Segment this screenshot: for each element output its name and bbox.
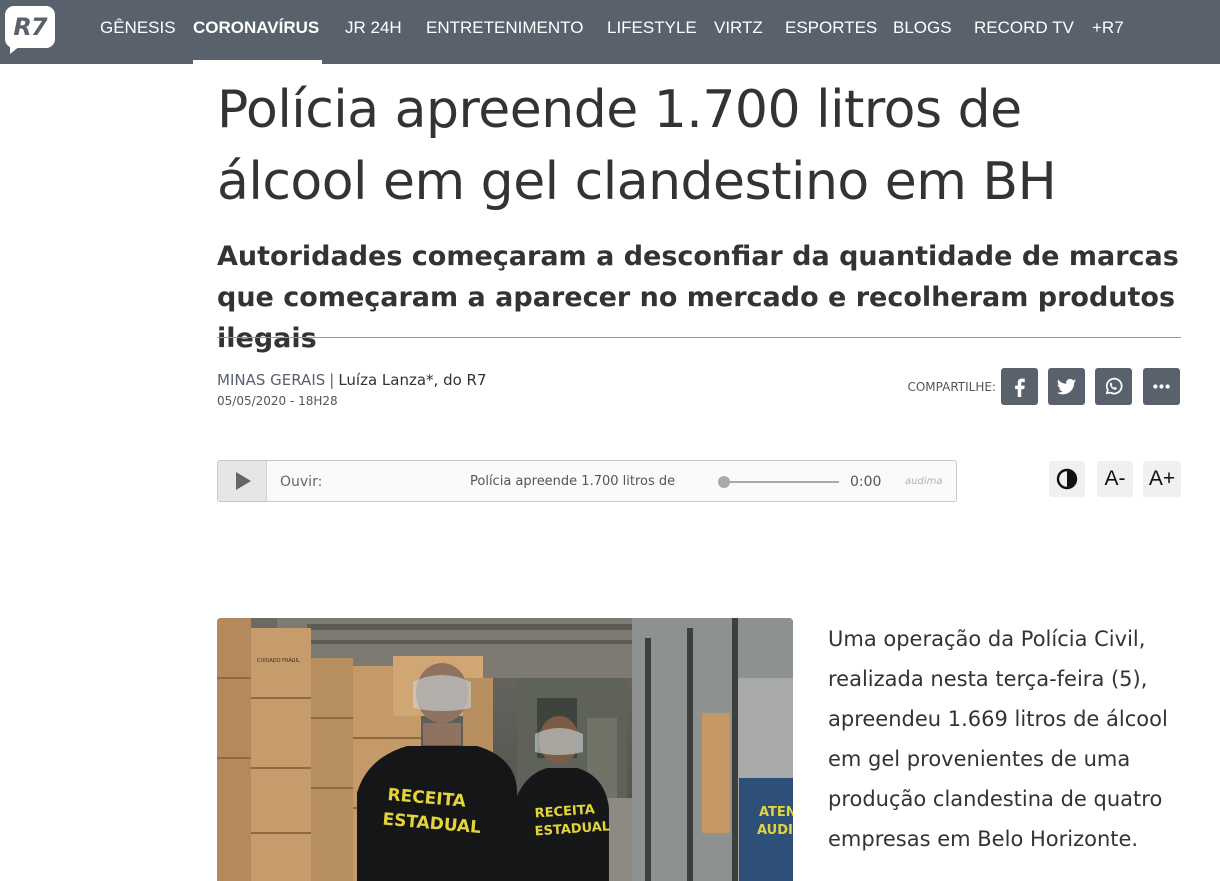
article-lead-paragraph: Uma operação da Polícia Civil, realizada… — [828, 627, 1168, 851]
section-label[interactable]: MINAS GERAIS — [217, 371, 325, 389]
nav-item-virtz[interactable]: VIRTZ — [714, 16, 763, 40]
facebook-icon — [1015, 378, 1025, 397]
article-subheadline: Autoridades começaram a desconfiar da qu… — [217, 241, 1179, 354]
vest-text-right-2: AUDI — [757, 823, 793, 838]
logo-tail — [10, 46, 20, 54]
twitter-icon — [1056, 378, 1077, 395]
police-operation-photo: CUIDADO FRÁGIL ATEN AUDI RECEITA ESTADUA… — [217, 618, 793, 881]
article-headline: Polícia apreende 1.700 litros de álcool … — [217, 80, 1057, 212]
twitter-share-button[interactable] — [1048, 368, 1085, 405]
logo-text: R7 — [13, 13, 47, 41]
nav-item-record-tv[interactable]: RECORD TV — [974, 16, 1074, 40]
nav-item-esportes[interactable]: ESPORTES — [785, 16, 877, 40]
byline: MINAS GERAIS | Luíza Lanza*, do R7 — [217, 368, 487, 392]
play-icon — [236, 472, 251, 490]
nav-item-genesis[interactable]: GÊNESIS — [100, 16, 176, 40]
facebook-share-button[interactable] — [1001, 368, 1038, 405]
top-navigation: R7 GÊNESIS CORONAVÍRUS JR 24H ENTRETENIM… — [0, 0, 1220, 64]
vest-text-right-1: ATEN — [759, 805, 793, 820]
audio-player: Ouvir: Polícia apreende 1.700 litros de … — [217, 460, 957, 502]
decrease-font-button[interactable]: A- — [1097, 461, 1133, 497]
seek-knob[interactable] — [718, 476, 730, 488]
seek-bar[interactable] — [718, 476, 839, 488]
whatsapp-share-button[interactable] — [1095, 368, 1132, 405]
nav-item-blogs[interactable]: BLOGS — [893, 16, 952, 40]
box-label-text: CUIDADO FRÁGIL — [257, 657, 300, 664]
contrast-icon — [1056, 468, 1078, 490]
nav-item-jr-24h[interactable]: JR 24H — [345, 16, 402, 40]
r7-logo[interactable]: R7 — [5, 6, 55, 54]
player-brand: audima — [905, 476, 943, 487]
track-title: Polícia apreende 1.700 litros de álcool … — [470, 474, 678, 489]
share-label: COMPARTILHE: — [907, 380, 996, 394]
more-share-button[interactable] — [1143, 368, 1180, 405]
play-button[interactable] — [218, 461, 267, 501]
nav-item-lifestyle[interactable]: LIFESTYLE — [607, 16, 697, 40]
nav-item-coronavirus[interactable]: CORONAVÍRUS — [193, 16, 319, 40]
nav-item-entretenimento[interactable]: ENTRETENIMENTO — [426, 16, 583, 40]
increase-font-button[interactable]: A+ — [1143, 461, 1181, 497]
nav-item-more-r7[interactable]: +R7 — [1092, 16, 1124, 40]
contrast-toggle-button[interactable] — [1049, 461, 1085, 497]
playback-time: 0:00 — [850, 474, 882, 490]
publish-date: 05/05/2020 - 18H28 — [217, 394, 338, 408]
headline-divider — [217, 337, 1181, 338]
whatsapp-icon — [1105, 377, 1123, 395]
active-nav-indicator — [193, 60, 322, 64]
listen-label: Ouvir: — [280, 474, 323, 490]
article-photo: CUIDADO FRÁGIL ATEN AUDI RECEITA ESTADUA… — [217, 618, 793, 881]
author-name: Luíza Lanza*, do R7 — [338, 371, 487, 389]
byline-separator: | — [329, 371, 335, 389]
more-icon — [1153, 384, 1170, 389]
